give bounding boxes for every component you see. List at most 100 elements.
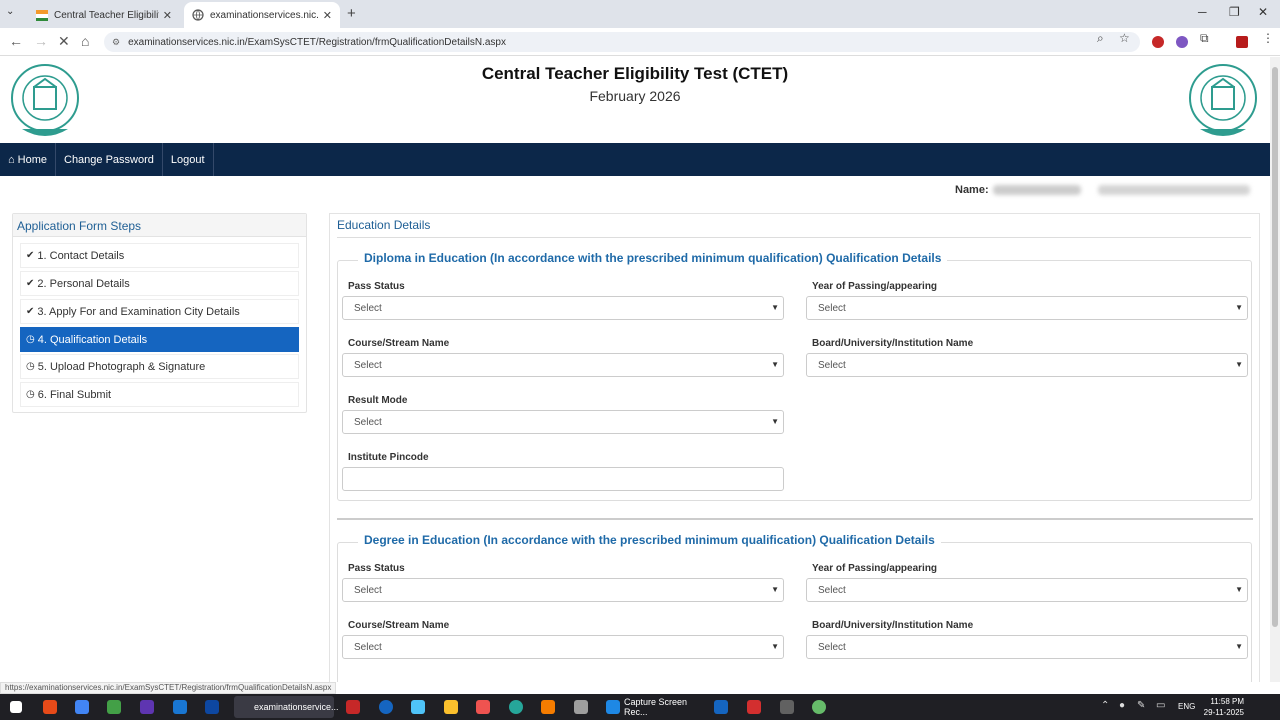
course-label: Course/Stream Name <box>348 338 450 349</box>
candidate-name: Name: <box>955 184 1081 196</box>
bookmark-star-icon[interactable]: ☆ <box>1119 31 1130 45</box>
pen-icon[interactable]: ✎ <box>1137 700 1145 711</box>
app-icon[interactable] <box>812 700 826 714</box>
year-select[interactable]: Select ▼ <box>806 296 1248 320</box>
course-select[interactable]: Select ▼ <box>342 635 784 659</box>
redacted-name <box>992 185 1081 196</box>
year-label: Year of Passing/appearing <box>812 563 938 574</box>
taskbar-label: Capture Screen Rec... <box>624 697 688 717</box>
web-page: Central Teacher Eligibility Test (CTET) … <box>0 57 1270 682</box>
app-icon[interactable] <box>411 700 425 714</box>
back-arrow-icon[interactable]: ← <box>9 33 23 49</box>
wps-icon[interactable] <box>747 700 761 714</box>
zoom-icon[interactable]: ⌕ <box>1097 31 1104 46</box>
tab-list-chevron-icon[interactable]: ⌄ <box>6 6 14 17</box>
file-explorer-icon[interactable] <box>444 700 458 714</box>
nav-change-password[interactable]: Change Password <box>56 143 163 176</box>
clock-date: 29-11-2025 <box>1203 708 1244 717</box>
year-select[interactable]: Select ▼ <box>806 578 1248 602</box>
app-icon[interactable] <box>107 700 121 714</box>
select-value: Select <box>354 359 382 371</box>
step-upload-photo[interactable]: ◷ 5. Upload Photograph & Signature <box>20 354 299 379</box>
edge-icon[interactable] <box>509 700 523 714</box>
pincode-label: Institute Pincode <box>348 452 429 463</box>
pass-status-select[interactable]: Select ▼ <box>342 578 784 602</box>
check-circle-icon: ✔ <box>26 306 35 317</box>
app-icon[interactable] <box>140 700 154 714</box>
browser-tab-ctet[interactable]: Central Teacher Eligibility Test | ✕ <box>28 2 180 28</box>
clock-icon: ◷ <box>26 361 35 372</box>
scroll-thumb[interactable] <box>1272 67 1278 627</box>
nav-home[interactable]: ⌂ Home <box>0 143 56 176</box>
step-contact-details[interactable]: ✔ 1. Contact Details <box>20 243 299 268</box>
stop-loading-icon[interactable]: ✕ <box>58 33 70 50</box>
board-label: Board/University/Institution Name <box>812 338 974 349</box>
menu-kebab-icon[interactable]: ⋮ <box>1262 31 1274 45</box>
clock-icon: ◷ <box>26 389 35 400</box>
page-title: Central Teacher Eligibility Test (CTET) <box>481 64 789 83</box>
result-mode-select[interactable]: Select ▼ <box>342 410 784 434</box>
acrobat-icon[interactable] <box>346 700 360 714</box>
chevron-down-icon: ▼ <box>1235 303 1243 312</box>
network-icon[interactable]: ▭ <box>1156 700 1165 711</box>
window-close-icon[interactable]: ✕ <box>1258 5 1268 19</box>
close-tab-icon[interactable]: ✕ <box>323 9 332 22</box>
profile-icon[interactable] <box>1236 36 1248 48</box>
restore-icon[interactable]: ❐ <box>1229 5 1240 19</box>
pass-status-select[interactable]: Select ▼ <box>342 296 784 320</box>
nav-home-label: Home <box>17 153 47 166</box>
chevron-down-icon: ▼ <box>771 303 779 312</box>
address-bar: ← → ✕ ⌂ ⚙ examinationservices.nic.in/Exa… <box>0 28 1280 56</box>
chevron-down-icon: ▼ <box>771 585 779 594</box>
result-mode-label: Result Mode <box>348 395 408 406</box>
minimize-icon[interactable]: ─ <box>1198 5 1207 19</box>
clock[interactable]: 11:58 PM 29-11-2025 <box>1200 696 1244 718</box>
course-select[interactable]: Select ▼ <box>342 353 784 377</box>
new-tab-plus-icon[interactable]: + <box>347 5 356 22</box>
india-flag-icon <box>36 10 48 21</box>
nav-logout[interactable]: Logout <box>163 143 214 176</box>
close-tab-icon[interactable]: ✕ <box>163 9 172 22</box>
taskbar-label: examinationservice... <box>254 702 339 712</box>
taskbar-chrome-window[interactable]: examinationservice... <box>234 696 339 718</box>
board-select[interactable]: Select ▼ <box>806 353 1248 377</box>
media-play-icon[interactable] <box>379 700 393 714</box>
tray-chevron-icon[interactable]: ⌃ <box>1101 700 1109 711</box>
microphone-icon[interactable]: ● <box>1119 700 1125 711</box>
capture-icon <box>606 700 620 714</box>
step-personal-details[interactable]: ✔ 2. Personal Details <box>20 271 299 296</box>
site-info-icon[interactable]: ⚙ <box>112 37 120 48</box>
windows-start-icon[interactable] <box>10 701 22 713</box>
url-input[interactable]: ⚙ examinationservices.nic.in/ExamSysCTET… <box>104 32 1140 52</box>
step-final-submit[interactable]: ◷ 6. Final Submit <box>20 382 299 407</box>
app-icon[interactable] <box>476 700 490 714</box>
step-label: 1. Contact Details <box>37 249 125 262</box>
app-icon[interactable] <box>43 700 57 714</box>
photoshop-icon[interactable] <box>205 700 219 714</box>
app-icon[interactable] <box>541 700 555 714</box>
extensions-puzzle-icon[interactable]: ⧉ <box>1200 31 1209 46</box>
education-details-panel: Education Details Diploma in Education (… <box>329 213 1260 682</box>
status-url-tooltip: https://examinationservices.nic.in/ExamS… <box>0 682 337 694</box>
extension-purple-icon[interactable] <box>1176 36 1188 48</box>
home-icon[interactable]: ⌂ <box>81 33 89 49</box>
pincode-input[interactable] <box>342 467 784 491</box>
extension-opera-icon[interactable] <box>1152 36 1164 48</box>
app-icon[interactable] <box>714 700 728 714</box>
tab-title: examinationservices.nic.in/Exam <box>210 9 319 21</box>
page-scrollbar[interactable] <box>1270 57 1280 682</box>
globe-icon <box>192 9 204 21</box>
step-exam-city[interactable]: ✔ 3. Apply For and Examination City Detai… <box>20 299 299 324</box>
chrome-icon[interactable] <box>75 700 89 714</box>
board-select[interactable]: Select ▼ <box>806 635 1248 659</box>
forward-arrow-icon[interactable]: → <box>34 33 48 49</box>
language-indicator[interactable]: ENG <box>1178 702 1195 711</box>
divider <box>337 237 1251 238</box>
app-icon[interactable] <box>780 700 794 714</box>
step-label: 6. Final Submit <box>37 388 112 401</box>
app-icon[interactable] <box>173 700 187 714</box>
browser-tab-exam[interactable]: examinationservices.nic.in/Exam ✕ <box>184 2 340 28</box>
app-icon[interactable] <box>574 700 588 714</box>
step-qualification-details[interactable]: ◷ 4. Qualification Details <box>20 327 299 352</box>
taskbar-capture-window[interactable]: Capture Screen Rec... <box>602 696 702 718</box>
